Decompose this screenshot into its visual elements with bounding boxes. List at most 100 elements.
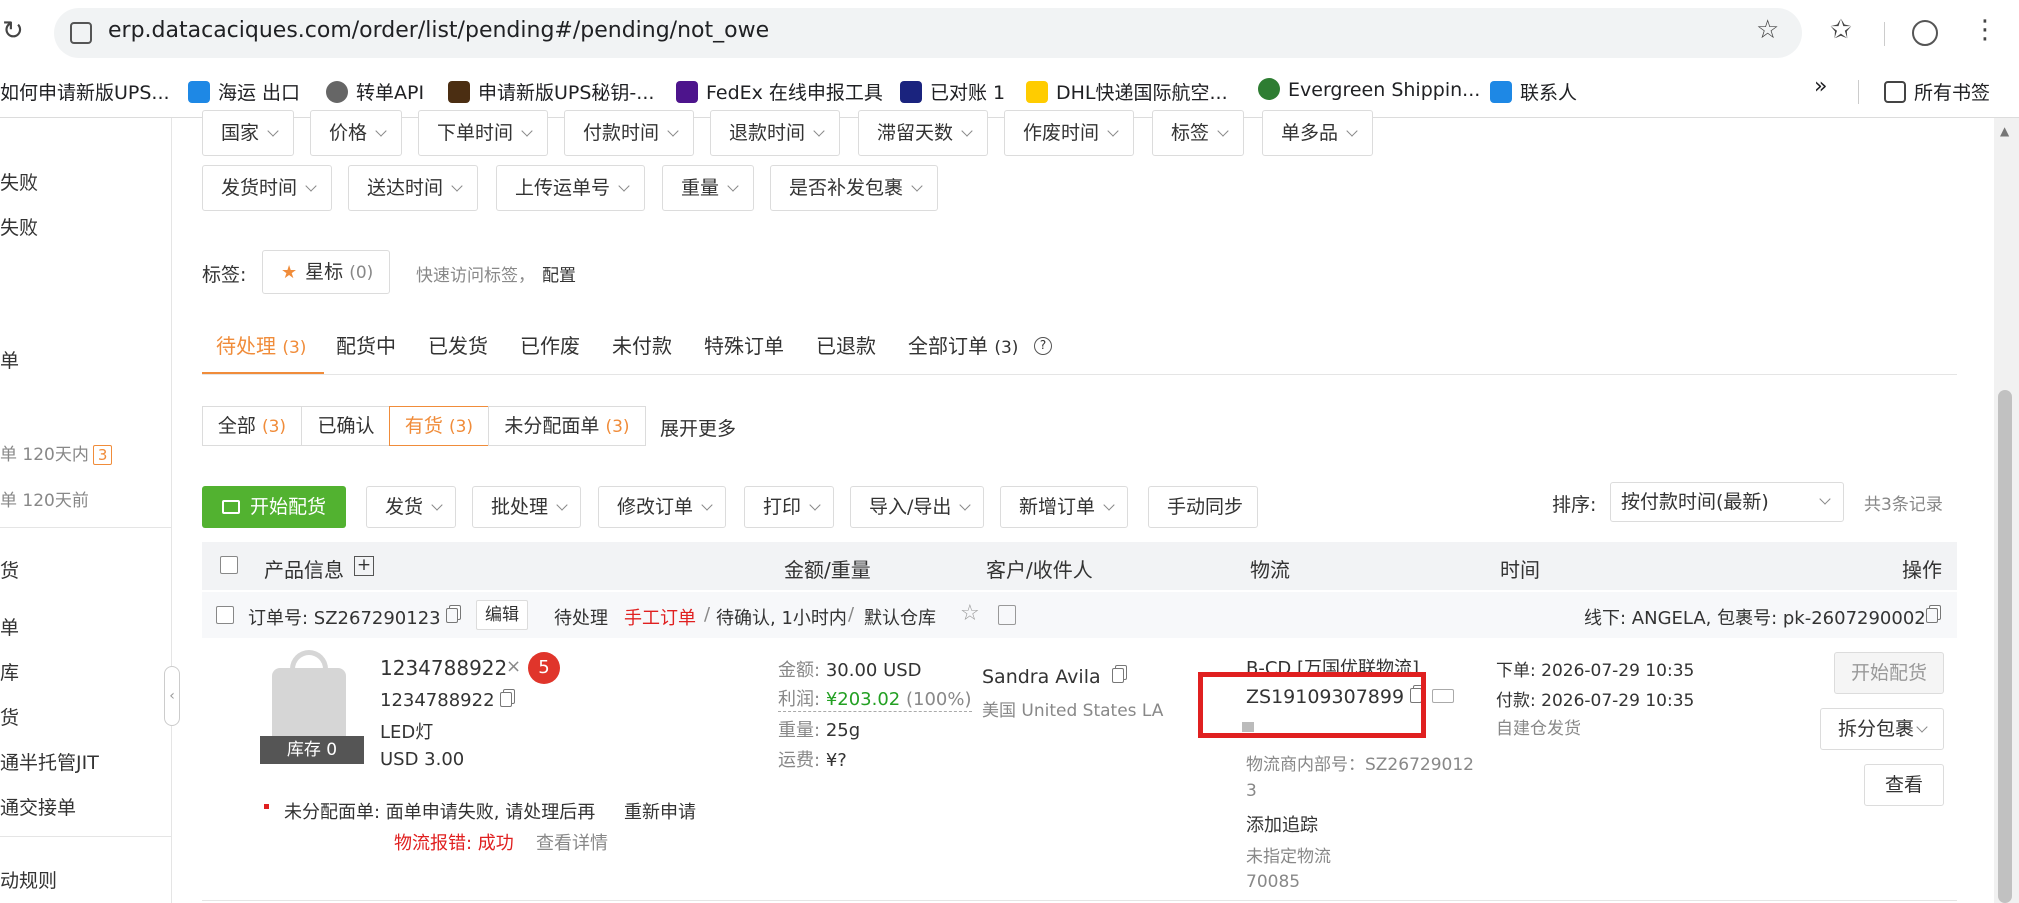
expand-more-link[interactable]: 展开更多 — [660, 414, 736, 441]
tab-shipped[interactable]: 已发货 — [428, 330, 488, 359]
tab-refunded[interactable]: 已退款 — [816, 330, 876, 359]
product-title[interactable]: 1234788922 — [380, 656, 507, 680]
filter-order-time[interactable]: 下单时间 — [418, 110, 549, 156]
sort-select[interactable]: 按付款时间(最新) — [1610, 482, 1844, 522]
reapply-link[interactable]: 重新申请 — [624, 798, 696, 824]
order-status: 待处理 — [554, 608, 608, 629]
unassigned-logistics: 未指定物流 — [1246, 847, 1331, 867]
copy-icon[interactable] — [446, 608, 458, 623]
sidebar-item[interactable]: 通半托管JIT — [0, 748, 99, 775]
start-picking-row-button[interactable]: 开始配货 — [1834, 652, 1944, 694]
bookmark-item[interactable]: DHL快递国际航空... — [1026, 78, 1228, 105]
filter-single-multi[interactable]: 单多品 — [1262, 110, 1374, 156]
filter-price[interactable]: 价格 — [310, 110, 403, 156]
help-icon[interactable]: ? — [1034, 337, 1052, 355]
filter-reship[interactable]: 是否补发包裹 — [770, 165, 939, 211]
all-bookmarks[interactable]: 所有书签 — [1884, 78, 1990, 105]
filter-weight[interactable]: 重量 — [662, 165, 755, 211]
copy-icon[interactable] — [1926, 608, 1938, 623]
bookmark-item[interactable]: Evergreen Shippin... — [1258, 78, 1480, 101]
sidebar-item[interactable]: 失败 — [0, 168, 38, 195]
filter-country[interactable]: 国家 — [202, 110, 295, 156]
ship-dropdown[interactable]: 发货 — [366, 486, 457, 528]
sidebar-item[interactable]: 单 120天前 — [0, 486, 89, 511]
view-detail-link[interactable]: 查看详情 — [536, 829, 608, 855]
import-export-dropdown[interactable]: 导入/导出 — [850, 486, 985, 528]
star-tag-button[interactable]: ★ 星标 (0) — [262, 250, 391, 294]
filter-upload-tracking[interactable]: 上传运单号 — [496, 165, 646, 211]
star-icon[interactable]: ☆ — [960, 601, 980, 626]
profit-row[interactable]: 利润: ¥203.02 (100%) — [778, 685, 972, 712]
filter-delivery-time[interactable]: 送达时间 — [348, 165, 479, 211]
tab-unpaid[interactable]: 未付款 — [612, 330, 672, 359]
subfilter-all[interactable]: 全部 (3) — [202, 406, 302, 446]
config-tags-link[interactable]: 配置 — [542, 261, 576, 286]
more-bookmarks-icon[interactable]: » — [1814, 74, 1827, 99]
customer-name[interactable]: Sandra Avila — [982, 666, 1101, 688]
sidebar-item[interactable]: 库 — [0, 658, 19, 685]
bookmarks-icon[interactable]: ✩ — [1830, 17, 1852, 43]
filter-refund-time[interactable]: 退款时间 — [710, 110, 841, 156]
subfilter-confirmed[interactable]: 已确认 — [301, 406, 391, 446]
subfilter-no-label[interactable]: 未分配面单 (3) — [488, 406, 646, 446]
separator: / — [704, 604, 711, 625]
manual-sync-button[interactable]: 手动同步 — [1148, 486, 1259, 528]
bookmark-item[interactable]: 如何申请新版UPS... — [0, 78, 170, 105]
menu-icon[interactable]: ⋮ — [1972, 17, 1998, 43]
site-settings-icon[interactable] — [70, 22, 92, 44]
sidebar-item[interactable]: 单 — [0, 613, 19, 640]
url-text[interactable]: erp.datacaciques.com/order/list/pending#… — [108, 18, 769, 43]
scrollbar-thumb[interactable] — [1998, 390, 2012, 903]
sidebar-item[interactable]: 单 — [0, 346, 19, 373]
bookmark-item[interactable]: FedEx 在线申报工具 — [676, 78, 883, 105]
filter-stay-days[interactable]: 滞留天数 — [858, 110, 989, 156]
sidebar-item[interactable]: 动规则 — [0, 866, 57, 893]
tab-all-orders[interactable]: 全部订单 (3) — [908, 330, 1018, 359]
bookmark-star-icon[interactable]: ☆ — [1756, 17, 1779, 43]
modify-order-dropdown[interactable]: 修改订单 — [598, 486, 727, 528]
sidebar-item[interactable]: 通交接单 — [0, 793, 76, 820]
count-badge: 3 — [92, 445, 113, 465]
filter-tags[interactable]: 标签 — [1152, 110, 1245, 156]
subfilter-in-stock[interactable]: 有货 (3) — [389, 406, 489, 446]
copy-icon[interactable] — [1112, 668, 1124, 683]
select-all-checkbox[interactable] — [220, 556, 238, 574]
batch-dropdown[interactable]: 批处理 — [472, 486, 582, 528]
print-dropdown[interactable]: 打印 — [744, 486, 835, 528]
amount-row: 金额: 30.00 USD — [778, 660, 922, 681]
profile-icon[interactable] — [1912, 20, 1938, 46]
sidebar-item[interactable]: 单 120天内 3 — [0, 440, 113, 465]
bookmark-item[interactable]: 联系人 — [1490, 78, 1577, 105]
reload-icon[interactable]: ↻ — [2, 18, 24, 44]
filter-pay-time[interactable]: 付款时间 — [564, 110, 695, 156]
tab-voided[interactable]: 已作废 — [520, 330, 580, 359]
collapse-sidebar-handle[interactable]: ‹ — [164, 666, 180, 726]
tab-special[interactable]: 特殊订单 — [704, 330, 784, 359]
bookmark-item[interactable]: 申请新版UPS秘钥-... — [448, 78, 654, 105]
start-picking-button[interactable]: 开始配货 — [202, 486, 346, 528]
new-order-dropdown[interactable]: 新增订单 — [1000, 486, 1129, 528]
scroll-up-icon[interactable]: ▲ — [2000, 124, 2009, 138]
folder-icon — [1884, 81, 1906, 103]
split-package-button[interactable]: 拆分包裹 — [1820, 708, 1944, 750]
expand-plus-icon[interactable]: + — [354, 556, 374, 576]
sidebar-item[interactable]: 失败 — [0, 213, 38, 240]
copy-icon[interactable] — [500, 692, 512, 707]
sidebar-item[interactable]: 货 — [0, 556, 19, 583]
edit-order-button[interactable]: 编辑 — [476, 600, 528, 630]
truck-icon[interactable] — [1432, 689, 1454, 703]
bookmark-item[interactable]: 海运 出口 — [188, 78, 300, 105]
pay-time: 付款: 2026-07-29 10:35 — [1496, 691, 1695, 711]
tab-picking[interactable]: 配货中 — [336, 330, 396, 359]
sidebar-item[interactable]: 货 — [0, 703, 19, 730]
add-tracking-link[interactable]: 添加追踪 — [1246, 811, 1318, 837]
bookmark-item[interactable]: 转单API — [326, 78, 424, 105]
order-checkbox[interactable] — [216, 606, 234, 624]
view-order-button[interactable]: 查看 — [1864, 764, 1944, 806]
note-icon[interactable] — [998, 605, 1016, 625]
bookmark-item[interactable]: 已对账 1 — [900, 78, 1005, 105]
filter-ship-time[interactable]: 发货时间 — [202, 165, 333, 211]
filter-void-time[interactable]: 作废时间 — [1004, 110, 1135, 156]
tab-pending[interactable]: 待处理 (3) — [216, 330, 306, 359]
order-number: 订单号: SZ267290123 — [248, 608, 441, 629]
